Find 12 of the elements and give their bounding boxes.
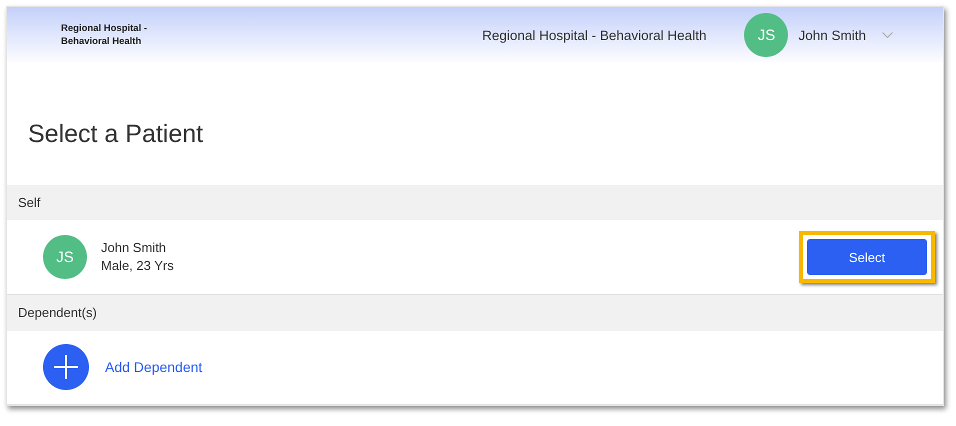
logo-text: Regional Hospital - Behavioral Health xyxy=(61,22,148,48)
user-name[interactable]: John Smith xyxy=(798,28,866,42)
page-title: Select a Patient xyxy=(28,119,204,150)
patient-avatar: JS xyxy=(43,235,87,280)
section-header: Self xyxy=(7,184,943,220)
select-button[interactable]: Select xyxy=(807,239,927,276)
facility-name: Regional Hospital - Behavioral Health xyxy=(482,28,706,42)
add-icon[interactable] xyxy=(43,344,89,390)
section-header: Dependent(s) xyxy=(7,294,943,331)
add-dependent-link[interactable]: Add Dependent xyxy=(105,359,202,376)
patient-name: John Smith xyxy=(101,239,168,258)
patient-details: Male, 23 Yrs xyxy=(101,257,174,276)
